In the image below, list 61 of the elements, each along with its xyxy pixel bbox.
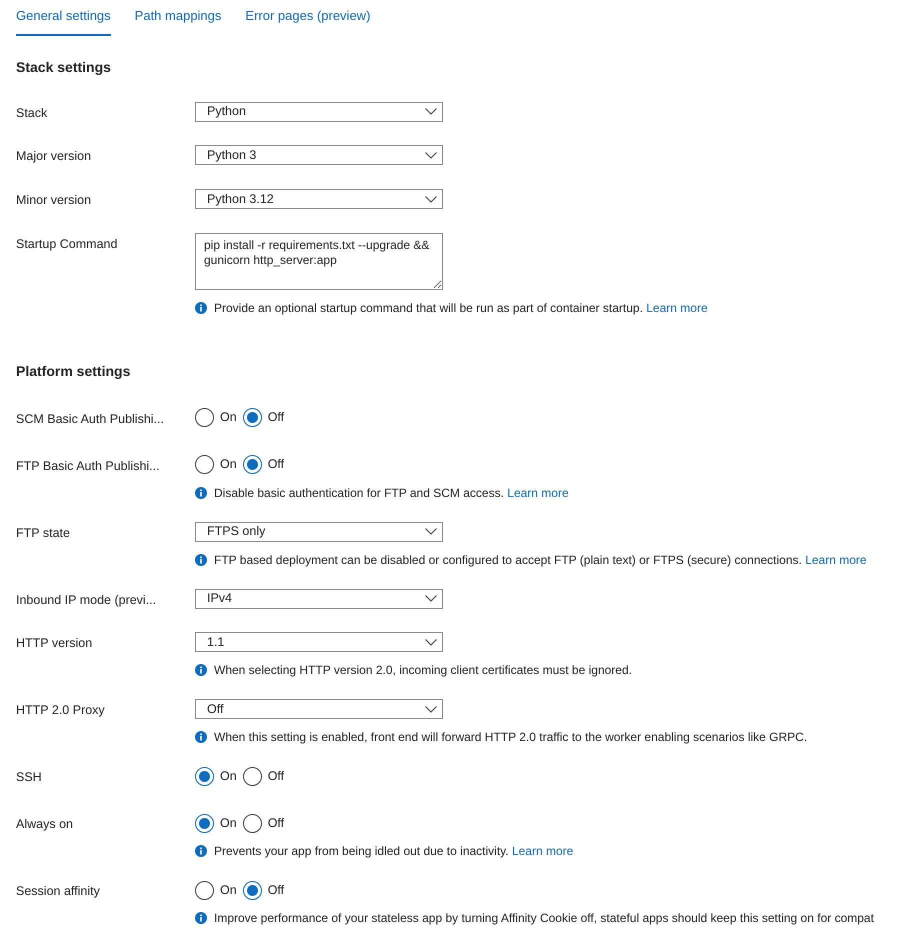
radio-button[interactable]: On (195, 880, 237, 900)
section-heading: Stack settings (15, 58, 112, 77)
dropdown[interactable]: Python 3 (195, 145, 443, 166)
field-label: FTP Basic Auth Publishi... (15, 458, 161, 474)
chevron-icon (425, 706, 437, 713)
dropdown[interactable]: Python (195, 102, 443, 122)
radio-button[interactable]: On (195, 455, 237, 474)
field-label: Stack (15, 104, 48, 122)
text-area[interactable]: pip install -r requirements.txt --upgrade && gunicorn http_server:app (195, 232, 443, 290)
info-text: FTP based deployment can be disabled or configured to accept FTP (plain text) or FTPS (secure) connections. Learn more (214, 552, 867, 566)
field-label: Inbound IP mode (previ... (15, 592, 158, 609)
chevron-icon (425, 196, 437, 202)
dropdown[interactable]: Off (195, 699, 443, 720)
tab[interactable]: General settings (16, 5, 111, 36)
info-icon (195, 845, 207, 857)
info-icon (195, 912, 207, 924)
info-text: When selecting HTTP version 2.0, incoming client certificates must be ignored. (214, 663, 632, 678)
chevron-icon (425, 528, 437, 535)
section-heading: Platform settings (15, 362, 132, 381)
info-text: Prevents your app from being idled out due to inactivity. Learn more (214, 844, 574, 858)
radio-button[interactable]: Off (242, 766, 284, 786)
info-text: Improve performance of your stateless app by turning Affinity Cookie off, stateful apps should keep this setting on for compat (214, 911, 874, 925)
info-icon (195, 302, 207, 314)
field-label: Startup Command (15, 236, 118, 253)
field-label: SCM Basic Auth Publishi... (15, 410, 165, 428)
learn-more-link[interactable]: Learn more (646, 300, 708, 315)
learn-more-link[interactable]: Learn more (512, 844, 574, 858)
field-label: HTTP 2.0 Proxy (15, 702, 106, 720)
chevron-icon (425, 595, 437, 602)
info-icon (195, 731, 207, 744)
radio-button[interactable]: Off (242, 880, 284, 900)
radio-button[interactable]: On (195, 766, 237, 786)
dropdown[interactable]: IPv4 (195, 588, 443, 608)
learn-more-link[interactable]: Learn more (507, 486, 569, 500)
radio-button[interactable]: Off (242, 408, 284, 428)
info-icon (195, 554, 207, 566)
info-text: When this setting is enabled, front end will forward HTTP 2.0 traffic to the worker enabling scenarios like GRPC. (214, 730, 808, 744)
chevron-icon (425, 638, 437, 646)
field-label: Major version (15, 148, 92, 166)
radio-button[interactable]: On (195, 408, 237, 428)
field-label: Session affinity (15, 883, 101, 900)
field-label: FTP state (15, 524, 71, 542)
info-icon (195, 486, 207, 498)
field-label: Minor version (15, 192, 92, 209)
learn-more-link[interactable]: Learn more (805, 552, 867, 566)
dropdown[interactable]: 1.1 (195, 632, 443, 652)
info-text: Provide an optional startup command that will be run as part of container startup. Learn more (214, 300, 708, 315)
field-label: HTTP version (15, 635, 94, 652)
radio-button[interactable]: Off (242, 814, 284, 832)
info-text: Disable basic authentication for FTP and SCM access. Learn more (214, 486, 569, 500)
dropdown[interactable]: FTPS only (195, 522, 443, 542)
dropdown[interactable]: Python 3.12 (195, 189, 443, 209)
tab[interactable]: Path mappings (134, 5, 222, 36)
info-icon (195, 664, 207, 676)
radio-button[interactable]: Off (242, 455, 284, 474)
field-label: Always on (15, 816, 74, 833)
chevron-icon (425, 108, 437, 115)
chevron-icon (425, 152, 437, 159)
radio-button[interactable]: On (195, 814, 237, 832)
tab[interactable]: Error pages (preview) (245, 5, 370, 36)
field-label: SSH (15, 769, 43, 786)
